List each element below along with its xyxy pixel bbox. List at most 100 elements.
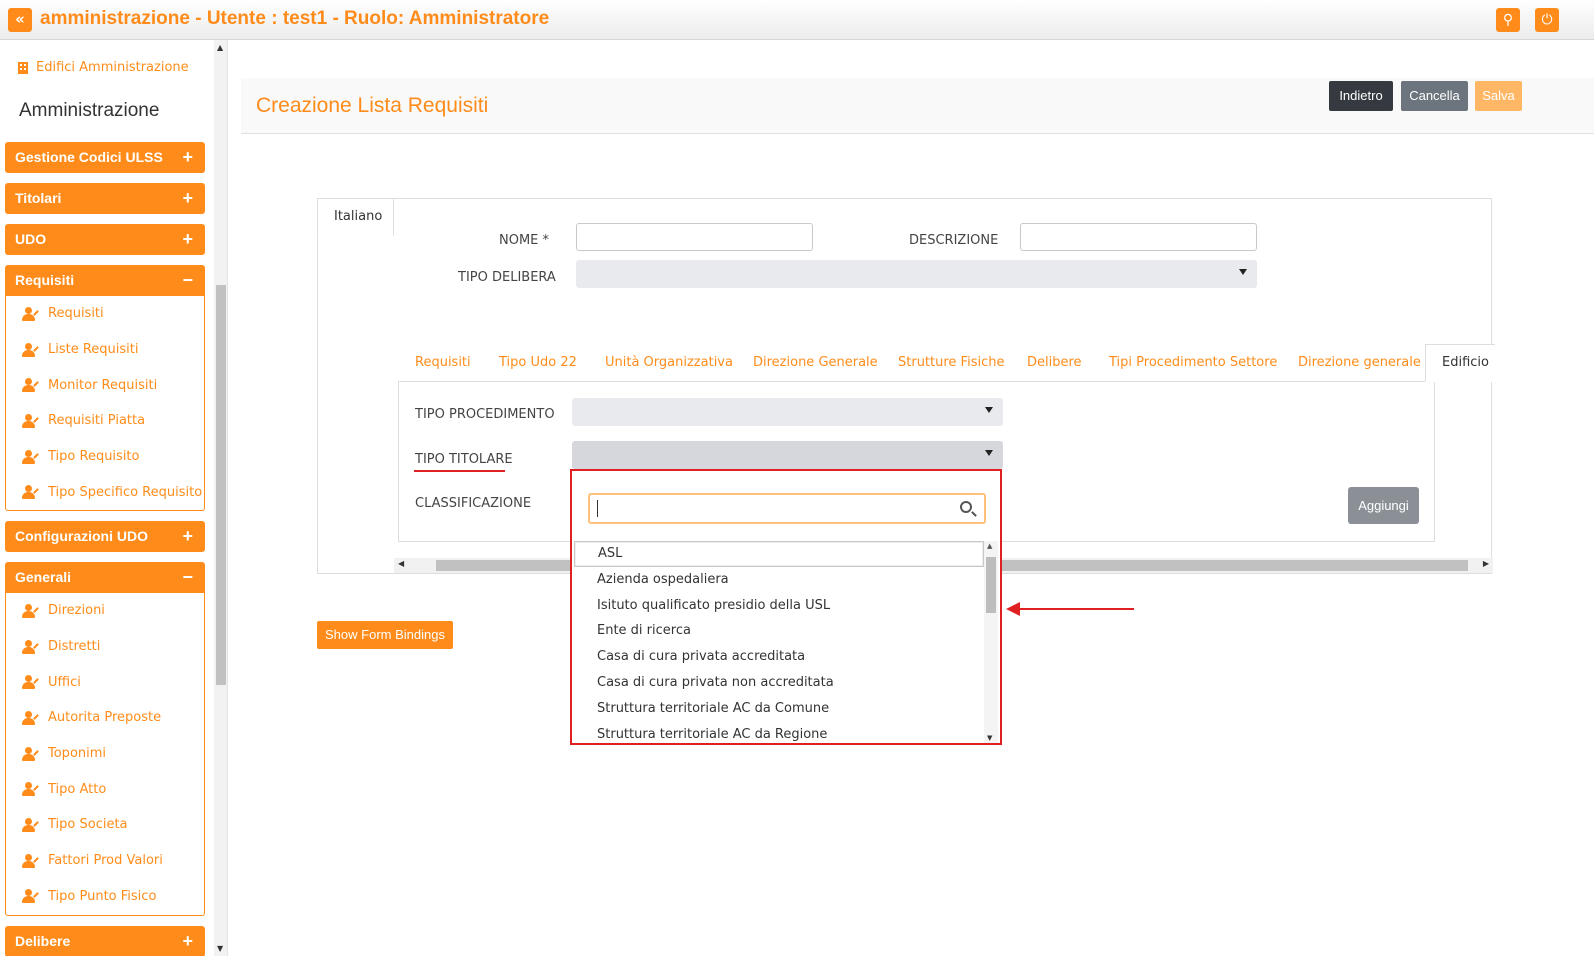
scrollbar-thumb[interactable] [986,557,996,613]
sidebar-item-tipo-punto-fisico[interactable]: Tipo Punto Fisico [6,879,204,915]
tipo-procedimento-select[interactable] [572,398,1003,426]
scroll-up-icon[interactable]: ▲ [987,542,992,550]
tab-requisiti[interactable]: Requisiti [415,355,471,370]
sidebar-item-tipo-specifico-requisito[interactable]: Tipo Specifico Requisito [6,474,204,510]
dropdown-option[interactable]: Struttura territoriale AC da Comune [574,696,984,722]
section-label: Generali [15,569,72,585]
sidebar-item-autorita-preposte[interactable]: Autorita Preposte [6,700,204,736]
tab-strutture-fisiche[interactable]: Strutture Fisiche [898,355,1004,370]
user-edit-icon [22,746,39,761]
sidebar-scrollbar[interactable]: ▲ ▼ [214,40,227,956]
save-button[interactable]: Salva [1475,81,1522,111]
nome-input[interactable] [576,223,813,251]
sidebar-item-tipo-atto[interactable]: Tipo Atto [6,771,204,807]
sidebar-item-label: Monitor Requisiti [48,377,158,393]
nome-label: NOME * [499,233,550,248]
caret-down-icon [985,407,993,413]
dropdown-option[interactable]: ASL [574,541,984,567]
show-form-bindings-button[interactable]: Show Form Bindings [317,621,453,649]
sidebar-item-label: Tipo Specifico Requisito [48,484,203,500]
scroll-down-icon[interactable]: ▼ [987,734,992,742]
scrollbar-thumb[interactable] [216,285,226,685]
sidebar-item-toponimi[interactable]: Toponimi [6,736,204,772]
section-label: Requisiti [15,272,75,288]
sidebar-item-label: Toponimi [48,746,107,762]
sidebar-item-requisiti[interactable]: Requisiti [6,296,204,332]
scroll-up-icon[interactable]: ▲ [217,43,223,52]
minus-icon: − [182,567,193,587]
tipo-titolare-select[interactable] [572,441,1003,469]
sidebar-link-edifici[interactable]: Edifici Amministrazione [18,60,189,75]
scroll-left-icon[interactable]: ◀ [398,559,404,568]
building-icon [18,61,28,74]
tab-edificio[interactable]: Edificio [1425,344,1495,382]
tab-direzione-generale[interactable]: Direzione Generale [753,355,878,370]
tab-unita-organizzativa[interactable]: Unità Organizzativa [605,355,733,370]
user-edit-icon [22,603,39,618]
sidebar-section-configurazioni-udo[interactable]: Configurazioni UDO + [5,521,205,552]
user-edit-icon [22,449,39,464]
cancel-button[interactable]: Cancella [1401,81,1468,111]
sidebar-section-titolari[interactable]: Titolari + [5,183,205,214]
caret-down-icon [985,450,993,456]
section-label: Delibere [15,933,71,949]
tab-tipo-udo-22[interactable]: Tipo Udo 22 [499,355,577,370]
sidebar-section-udo[interactable]: UDO + [5,224,205,255]
top-bar: « amministrazione - Utente : test1 - Ruo… [0,0,1594,40]
user-edit-icon [22,853,39,868]
scroll-down-icon[interactable]: ▼ [217,944,223,953]
sidebar-item-label: Tipo Requisito [48,449,140,465]
generali-submenu: Direzioni Distretti Uffici Autorita Prep… [5,593,205,916]
double-chevron-left-icon: « [15,10,25,28]
sidebar-item-monitor-requisiti[interactable]: Monitor Requisiti [6,367,204,403]
language-button[interactable]: ⚲ [1496,8,1520,32]
sidebar-section-requisiti[interactable]: Requisiti − [5,265,205,296]
dropdown-option[interactable]: Azienda ospedaliera [574,567,984,593]
sidebar-section-delibere[interactable]: Delibere + [5,926,205,956]
dropdown-option[interactable]: Struttura territoriale AC da Regione [574,722,984,743]
sidebar-heading: Amministrazione [19,100,160,121]
collapse-button[interactable]: « [8,8,32,32]
text-cursor [597,500,598,517]
sidebar-item-uffici[interactable]: Uffici [6,664,204,700]
sidebar-section-gestione-codici-ulss[interactable]: Gestione Codici ULSS + [5,142,205,173]
scroll-right-icon[interactable]: ▶ [1483,559,1489,568]
sidebar-item-requisiti-piatta[interactable]: Requisiti Piatta [6,403,204,439]
tab-direzione-generale-2[interactable]: Direzione generale [1298,355,1421,370]
descrizione-input[interactable] [1020,223,1257,251]
dropdown-option[interactable]: Casa di cura privata non accreditata [574,670,984,696]
tab-bar: Requisiti Tipo Udo 22 Unità Organizzativ… [398,344,1495,382]
sidebar-item-distretti[interactable]: Distretti [6,629,204,665]
caret-down-icon [1239,269,1247,275]
sidebar-item-tipo-societa[interactable]: Tipo Societa [6,807,204,843]
search-icon [960,501,972,513]
sidebar-item-liste-requisiti[interactable]: Liste Requisiti [6,332,204,368]
dropdown-search-input[interactable] [588,493,986,524]
classificazione-label: CLASSIFICAZIONE [415,496,532,511]
user-edit-icon [22,782,39,797]
sidebar-link-label: Edifici Amministrazione [36,60,189,75]
sidebar-item-label: Fattori Prod Valori [48,853,163,869]
tab-italiano[interactable]: Italiano [317,198,394,236]
dropdown-option[interactable]: Isituto qualificato presidio della USL [574,593,984,619]
page-title: Creazione Lista Requisiti [256,94,489,117]
user-edit-icon [22,710,39,725]
dropdown-option[interactable]: Ente di ricerca [574,618,984,644]
tab-delibere[interactable]: Delibere [1027,355,1082,370]
tab-tipi-procedimento-settore[interactable]: Tipi Procedimento Settore [1109,355,1277,370]
logout-button[interactable]: ⏻ [1535,8,1559,32]
add-button[interactable]: Aggiungi [1348,487,1419,524]
tipo-delibera-select[interactable] [576,260,1257,288]
user-edit-icon [22,342,39,357]
sidebar-item-fattori-prod-valori[interactable]: Fattori Prod Valori [6,843,204,879]
sidebar-item-direzioni[interactable]: Direzioni [6,593,204,629]
tipo-titolare-label: TIPO TITOLARE [415,452,513,467]
sidebar-item-tipo-requisito[interactable]: Tipo Requisito [6,439,204,475]
dropdown-scrollbar[interactable]: ▲ ▼ [984,541,998,743]
user-edit-icon [22,378,39,393]
back-button[interactable]: Indietro [1329,81,1393,111]
sidebar-item-label: Distretti [48,639,101,655]
sidebar-item-label: Uffici [48,674,81,690]
sidebar-section-generali[interactable]: Generali − [5,562,205,593]
dropdown-option[interactable]: Casa di cura privata accreditata [574,644,984,670]
